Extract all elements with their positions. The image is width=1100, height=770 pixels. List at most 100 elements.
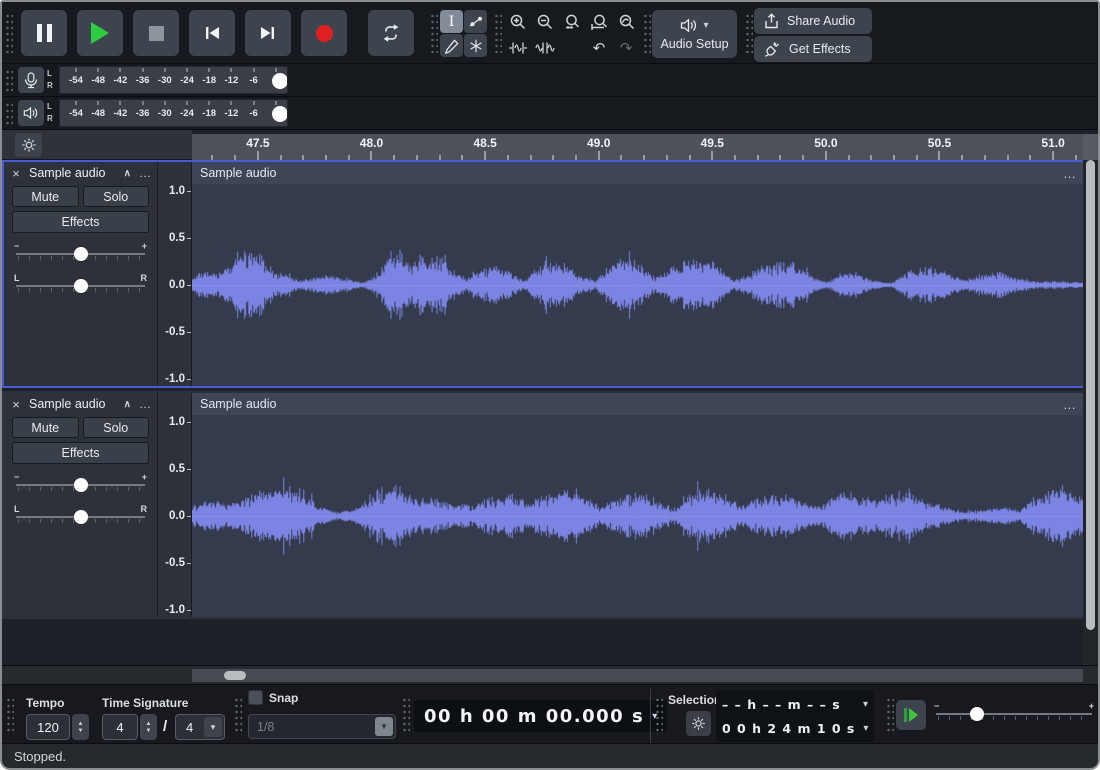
gain-slider[interactable]: −+ xyxy=(14,241,147,265)
meter-slider-handle[interactable] xyxy=(272,73,288,89)
horizontal-scrollbar[interactable] xyxy=(192,669,1083,682)
tempo-stepper[interactable]: ▲▼ xyxy=(72,714,89,740)
play-button[interactable] xyxy=(77,10,123,56)
clip-menu-button[interactable]: … xyxy=(1063,397,1077,412)
status-text: Stopped. xyxy=(14,749,66,764)
silence-audio-button[interactable] xyxy=(532,36,558,60)
time-toolbar-grip[interactable] xyxy=(402,697,410,735)
gain-slider-thumb[interactable] xyxy=(74,478,88,492)
audio-position-display[interactable]: 00 h 00 m 00.000 s ▾ xyxy=(414,700,667,732)
draw-tool-button[interactable] xyxy=(440,34,463,57)
undo-button[interactable]: ↶ xyxy=(586,36,612,60)
play-at-speed-button[interactable] xyxy=(896,700,926,730)
edit-toolbar-grip[interactable] xyxy=(494,13,502,53)
caret-down-icon[interactable]: ▾ xyxy=(863,723,868,734)
caret-down-icon[interactable]: ▾ xyxy=(863,699,868,710)
snap-checkbox[interactable] xyxy=(248,690,263,705)
loop-icon xyxy=(380,23,402,43)
effects-button[interactable]: Effects xyxy=(12,211,149,233)
clip-menu-button[interactable]: … xyxy=(1063,166,1077,181)
loop-button[interactable] xyxy=(368,10,414,56)
time-signature-grip[interactable] xyxy=(6,697,14,735)
track-close-button[interactable]: × xyxy=(9,166,23,181)
zoom-in-button[interactable] xyxy=(505,10,531,34)
time-signature-upper-input[interactable]: 4 xyxy=(102,714,138,740)
selection-end-field[interactable]: 0 0 h 2 4 m 1 0 s ▾ xyxy=(722,718,868,739)
vertical-scrollbar-thumb[interactable] xyxy=(1086,160,1095,630)
zoom-out-button[interactable] xyxy=(532,10,558,34)
dropdown-chevron-icon[interactable]: ▾ xyxy=(204,717,222,737)
mute-button[interactable]: Mute xyxy=(12,417,79,438)
track-title[interactable]: Sample audio xyxy=(29,166,120,180)
timeline-options-button[interactable] xyxy=(15,133,42,157)
get-effects-button[interactable]: Get Effects xyxy=(754,36,872,62)
pan-slider-thumb[interactable] xyxy=(74,279,88,293)
record-button[interactable] xyxy=(301,10,347,56)
pan-slider[interactable]: LR xyxy=(14,504,147,528)
meter-slider-handle[interactable] xyxy=(272,106,288,122)
stop-button[interactable] xyxy=(133,10,179,56)
track-title[interactable]: Sample audio xyxy=(29,397,120,411)
gain-slider[interactable]: −+ xyxy=(14,472,147,496)
selection-toolbar-grip[interactable] xyxy=(655,697,663,735)
envelope-tool-button[interactable] xyxy=(464,10,487,33)
tools-toolbar-grip[interactable] xyxy=(430,13,438,53)
dropdown-chevron-icon[interactable]: ▾ xyxy=(375,717,393,736)
vertical-scrollbar[interactable] xyxy=(1083,160,1098,665)
trim-audio-button[interactable] xyxy=(505,36,531,60)
snap-grip[interactable] xyxy=(234,697,242,735)
vertical-scale-ruler[interactable]: 1.00.50.0-0.5-1.0 xyxy=(157,393,192,617)
audio-setup-grip[interactable] xyxy=(643,13,651,53)
track-close-button[interactable]: × xyxy=(9,397,23,412)
clip-header[interactable]: Sample audio… xyxy=(192,162,1085,184)
zoom-toggle-button[interactable] xyxy=(613,10,639,34)
share-toolbar-grip[interactable] xyxy=(745,13,753,53)
meter-tick xyxy=(209,101,210,105)
skip-to-end-button[interactable] xyxy=(245,10,291,56)
skip-to-start-button[interactable] xyxy=(189,10,235,56)
tempo-input[interactable]: 120 xyxy=(26,714,70,740)
timeline-ruler[interactable]: 47.548.048.549.049.550.050.551.0 xyxy=(192,130,1083,160)
play-meter-bar[interactable]: -54-48-42-36-30-24-18-12-60 xyxy=(59,99,288,127)
vertical-scale-ruler[interactable]: 1.00.50.0-0.5-1.0 xyxy=(157,162,192,386)
play-speed-slider[interactable]: − + xyxy=(934,701,1094,725)
solo-button[interactable]: Solo xyxy=(83,417,150,438)
audio-setup-button[interactable]: ▾ Audio Setup xyxy=(652,10,737,58)
clip-header[interactable]: Sample audio… xyxy=(192,393,1085,415)
waveform-canvas[interactable] xyxy=(192,415,1085,617)
track-clip[interactable]: Sample audio… xyxy=(192,393,1085,617)
play-meter-grip[interactable] xyxy=(5,102,13,126)
time-signature-stepper[interactable]: ▲▼ xyxy=(140,714,157,740)
transport-toolbar-grip[interactable] xyxy=(5,13,13,53)
pause-button[interactable] xyxy=(21,10,67,56)
play-speed-slider-thumb[interactable] xyxy=(970,707,984,721)
selection-options-button[interactable] xyxy=(686,711,711,736)
snap-mode-select[interactable]: 1/8 ▾ xyxy=(248,714,396,739)
multi-tool-button[interactable] xyxy=(464,34,487,57)
track-collapse-icon[interactable]: ∧ xyxy=(124,399,131,410)
waveform-canvas[interactable] xyxy=(192,184,1085,386)
selection-start-field[interactable]: – – h – – m – – s ▾ xyxy=(722,694,868,715)
track-menu-button[interactable]: … xyxy=(139,397,152,411)
rec-meter-bar[interactable]: -54-48-42-36-30-24-18-12-60 xyxy=(59,66,288,94)
mute-button[interactable]: Mute xyxy=(12,186,79,207)
rec-meter-button[interactable] xyxy=(18,67,44,93)
track-menu-button[interactable]: … xyxy=(139,166,152,180)
rec-meter-grip[interactable] xyxy=(5,69,13,93)
horizontal-scrollbar-thumb[interactable] xyxy=(224,671,246,680)
track-collapse-icon[interactable]: ∧ xyxy=(124,168,131,179)
effects-button[interactable]: Effects xyxy=(12,442,149,464)
fit-selection-button[interactable] xyxy=(559,10,585,34)
gain-slider-thumb[interactable] xyxy=(74,247,88,261)
pan-slider[interactable]: LR xyxy=(14,273,147,297)
play-meter-button[interactable] xyxy=(18,100,44,126)
fit-project-button[interactable] xyxy=(586,10,612,34)
time-signature-lower-select[interactable]: 4 ▾ xyxy=(175,714,225,740)
redo-button[interactable]: ↷ xyxy=(613,36,639,60)
pan-slider-thumb[interactable] xyxy=(74,510,88,524)
selection-tool-button[interactable]: I xyxy=(440,10,463,33)
solo-button[interactable]: Solo xyxy=(83,186,150,207)
play-at-speed-grip[interactable] xyxy=(886,697,894,735)
track-clip[interactable]: Sample audio… xyxy=(192,162,1085,386)
share-audio-button[interactable]: Share Audio xyxy=(754,8,872,34)
